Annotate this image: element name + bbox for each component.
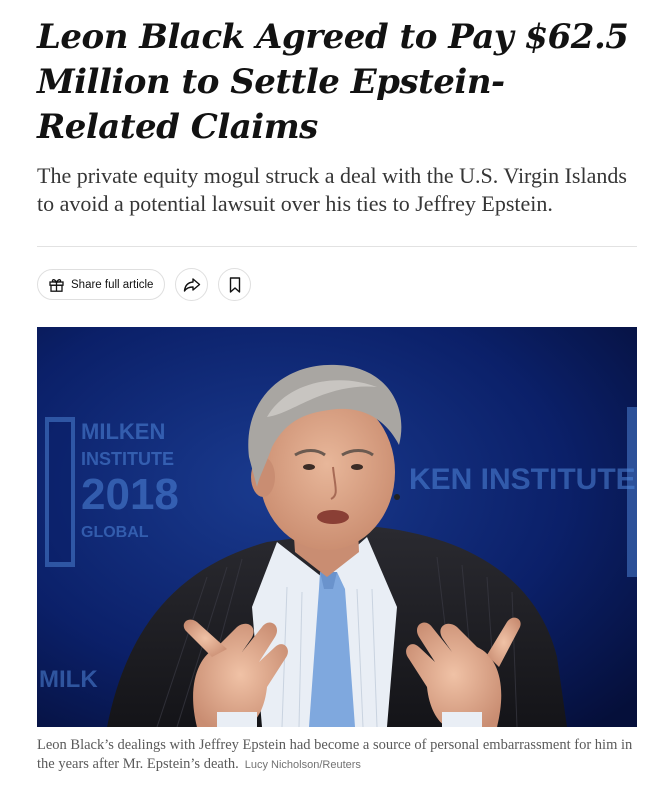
backdrop-text: GLOBAL [81,524,149,541]
divider [37,246,637,247]
backdrop-text: MILKEN [81,419,165,444]
share-full-article-label: Share full article [71,278,154,291]
gift-icon [48,276,65,293]
share-arrow-icon [183,277,201,293]
photo-credit: Lucy Nicholson/Reuters [244,759,361,771]
article-toolbar: Share full article [37,268,252,301]
summary: The private equity mogul struck a deal w… [37,163,627,216]
headline: Leon Black Agreed to Pay $62.5 Million t… [37,17,629,147]
photo-caption: Leon Black’s dealings with Jeffrey Epste… [37,736,637,775]
save-bookmark-button[interactable] [218,268,252,301]
share-button[interactable] [175,268,209,301]
backdrop-text: MILK [39,666,98,693]
share-full-article-button[interactable]: Share full article [37,269,166,300]
bookmark-icon [229,276,241,293]
backdrop-text: KEN INSTITUTE [409,463,636,496]
backdrop-text: 2018 [81,470,179,519]
article-header: Leon Black Agreed to Pay $62.5 Million t… [37,0,637,218]
article-photo: MILKEN INSTITUTE 2018 GLOBAL KEN INSTITU… [37,327,637,727]
backdrop-text: INSTITUTE [81,449,174,469]
photo-illustration: MILKEN INSTITUTE 2018 GLOBAL KEN INSTITU… [37,327,637,727]
